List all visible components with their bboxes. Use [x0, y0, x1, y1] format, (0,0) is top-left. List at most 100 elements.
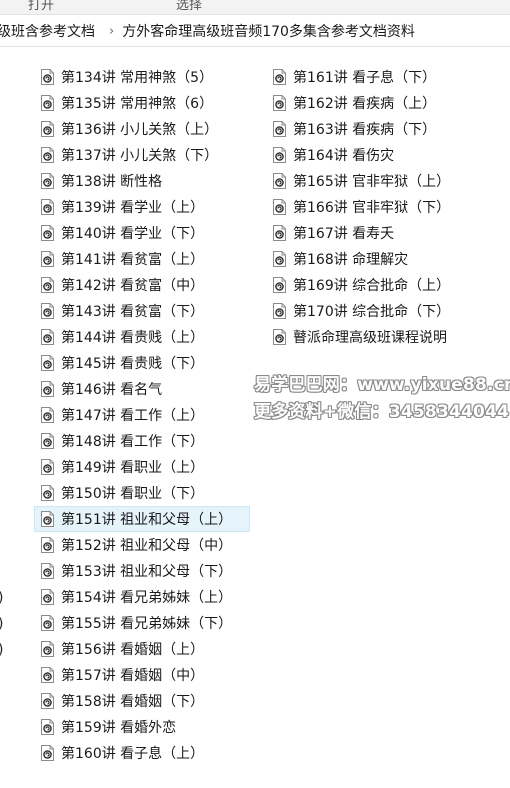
breadcrumb-parent-folder[interactable]: 级班含参考文档	[0, 21, 101, 41]
file-name: 第139讲 看学业（上）	[61, 200, 205, 216]
audio-file-icon	[273, 329, 286, 345]
file-item[interactable]: 第146讲 看名气	[34, 376, 250, 402]
file-item[interactable]: 第144讲 看贵贱（上）	[34, 324, 250, 350]
audio-file-icon	[273, 173, 286, 189]
file-item[interactable]: 瞽派命理高级班课程说明	[266, 324, 506, 350]
file-name: 第148讲 看工作（下）	[61, 434, 205, 450]
file-item[interactable]: 第139讲 看学业（上）	[34, 194, 250, 220]
audio-file-icon	[41, 69, 54, 85]
file-item[interactable]: 第143讲 看贫富（下）	[34, 298, 250, 324]
audio-file-icon	[41, 511, 54, 527]
file-name: 第167讲 看寿夭	[293, 226, 395, 242]
file-name: 第153讲 祖业和父母（下）	[61, 564, 233, 580]
file-item[interactable]: 第169讲 综合批命（上）	[266, 272, 506, 298]
audio-file-icon	[41, 251, 54, 267]
file-list-column-right: 第161讲 看子息（下） 第162讲 看疾病（上） 第163讲 看疾病（下） 第164…	[266, 64, 506, 350]
audio-file-icon	[41, 355, 54, 371]
file-name: 第162讲 看疾病（上）	[293, 96, 437, 112]
open-button[interactable]: 打开	[28, 0, 54, 13]
file-item[interactable]: 第156讲 看婚姻（上）	[34, 636, 250, 662]
file-name: 第149讲 看职业（上）	[61, 460, 205, 476]
file-item[interactable]: 第151讲 祖业和父母（上）	[34, 506, 250, 532]
file-name: 瞽派命理高级班课程说明	[293, 330, 447, 346]
file-item[interactable]: 第159讲 看婚外恋	[34, 714, 250, 740]
audio-file-icon	[41, 719, 54, 735]
audio-file-icon	[273, 251, 286, 267]
audio-file-icon	[41, 225, 54, 241]
file-item[interactable]: 第165讲 官非牢狱（上）	[266, 168, 506, 194]
file-item[interactable]: 第136讲 小儿关煞（上）	[34, 116, 250, 142]
breadcrumb-separator-icon[interactable]: ›	[101, 24, 122, 39]
file-item[interactable]: 第153讲 祖业和父母（下）	[34, 558, 250, 584]
file-item[interactable]: 第148讲 看工作（下）	[34, 428, 250, 454]
file-item[interactable]: 第168讲 命理解灾	[266, 246, 506, 272]
file-name: 第154讲 看兄弟姊妹（上）	[61, 590, 233, 606]
file-item[interactable]: 第152讲 祖业和父母（中）	[34, 532, 250, 558]
audio-file-icon	[41, 485, 54, 501]
file-item[interactable]: 第155讲 看兄弟姊妹（下）	[34, 610, 250, 636]
file-item[interactable]: 第142讲 看贫富（中）	[34, 272, 250, 298]
audio-file-icon	[41, 277, 54, 293]
file-name: 第135讲 常用神煞（6）	[61, 96, 214, 112]
cutoff-text: )	[0, 616, 3, 632]
file-item[interactable]: 第162讲 看疾病（上）	[266, 90, 506, 116]
file-name: 第163讲 看疾病（下）	[293, 122, 437, 138]
file-item[interactable]: 第137讲 小儿关煞（下）	[34, 142, 250, 168]
file-item[interactable]: 第163讲 看疾病（下）	[266, 116, 506, 142]
file-item[interactable]: 第161讲 看子息（下）	[266, 64, 506, 90]
select-button[interactable]: 选择	[176, 0, 202, 13]
audio-file-icon	[41, 407, 54, 423]
address-bar[interactable]: 级班含参考文档 › 方外客命理高级班音频170多集含参考文档资料	[0, 16, 510, 47]
file-item[interactable]: 第166讲 官非牢狱（下）	[266, 194, 506, 220]
file-item[interactable]: 第160讲 看子息（上）	[34, 740, 250, 766]
file-item[interactable]: 第145讲 看贵贱（下）	[34, 350, 250, 376]
file-name: 第155讲 看兄弟姊妹（下）	[61, 616, 233, 632]
audio-file-icon	[41, 199, 54, 215]
file-item[interactable]: 第135讲 常用神煞（6）	[34, 90, 250, 116]
file-name: 第147讲 看工作（上）	[61, 408, 205, 424]
audio-file-icon	[273, 147, 286, 163]
file-item[interactable]: 第170讲 综合批命（下）	[266, 298, 506, 324]
file-item[interactable]: 第140讲 看学业（下）	[34, 220, 250, 246]
file-name: 第158讲 看婚姻（下）	[61, 694, 205, 710]
audio-file-icon	[41, 303, 54, 319]
file-item[interactable]: 第154讲 看兄弟姊妹（上）	[34, 584, 250, 610]
file-item[interactable]: 第150讲 看职业（下）	[34, 480, 250, 506]
watermark-contact: 更多资料+微信：3458344044	[254, 402, 510, 422]
file-item[interactable]: 第141讲 看贫富（上）	[34, 246, 250, 272]
file-name: 第157讲 看婚姻（中）	[61, 668, 205, 684]
file-item[interactable]: 第138讲 断性格	[34, 168, 250, 194]
audio-file-icon	[273, 277, 286, 293]
file-name: 第152讲 祖业和父母（中）	[61, 538, 233, 554]
audio-file-icon	[41, 641, 54, 657]
audio-file-icon	[41, 459, 54, 475]
file-name: 第150讲 看职业（下）	[61, 486, 205, 502]
file-name: 第166讲 官非牢狱（下）	[293, 200, 451, 216]
file-name: 第137讲 小儿关煞（下）	[61, 148, 219, 164]
audio-file-icon	[41, 381, 54, 397]
file-item[interactable]: 第158讲 看婚姻（下）	[34, 688, 250, 714]
audio-file-icon	[273, 69, 286, 85]
file-item[interactable]: 第134讲 常用神煞（5）	[34, 64, 250, 90]
file-name: 第165讲 官非牢狱（上）	[293, 174, 451, 190]
file-list-column-left: 第134讲 常用神煞（5） 第135讲 常用神煞（6） 第136讲 小儿关煞（上） 第…	[34, 64, 250, 766]
breadcrumb-current-folder[interactable]: 方外客命理高级班音频170多集含参考文档资料	[122, 21, 421, 41]
file-name: 第145讲 看贵贱（下）	[61, 356, 205, 372]
watermark-site: 易学巴巴网：www.yixue88.cn	[254, 375, 510, 395]
file-name: 第168讲 命理解灾	[293, 252, 409, 268]
file-item[interactable]: 第157讲 看婚姻（中）	[34, 662, 250, 688]
file-item[interactable]: 第167讲 看寿夭	[266, 220, 506, 246]
cutoff-text: )	[0, 642, 3, 658]
audio-file-icon	[41, 173, 54, 189]
file-item[interactable]: 第149讲 看职业（上）	[34, 454, 250, 480]
audio-file-icon	[273, 303, 286, 319]
file-name: 第136讲 小儿关煞（上）	[61, 122, 219, 138]
file-item[interactable]: 第164讲 看伤灾	[266, 142, 506, 168]
file-name: 第143讲 看贫富（下）	[61, 304, 205, 320]
file-item[interactable]: 第147讲 看工作（上）	[34, 402, 250, 428]
file-name: 第151讲 祖业和父母（上）	[61, 512, 233, 528]
audio-file-icon	[273, 95, 286, 111]
audio-file-icon	[41, 615, 54, 631]
audio-file-icon	[41, 693, 54, 709]
audio-file-icon	[41, 589, 54, 605]
